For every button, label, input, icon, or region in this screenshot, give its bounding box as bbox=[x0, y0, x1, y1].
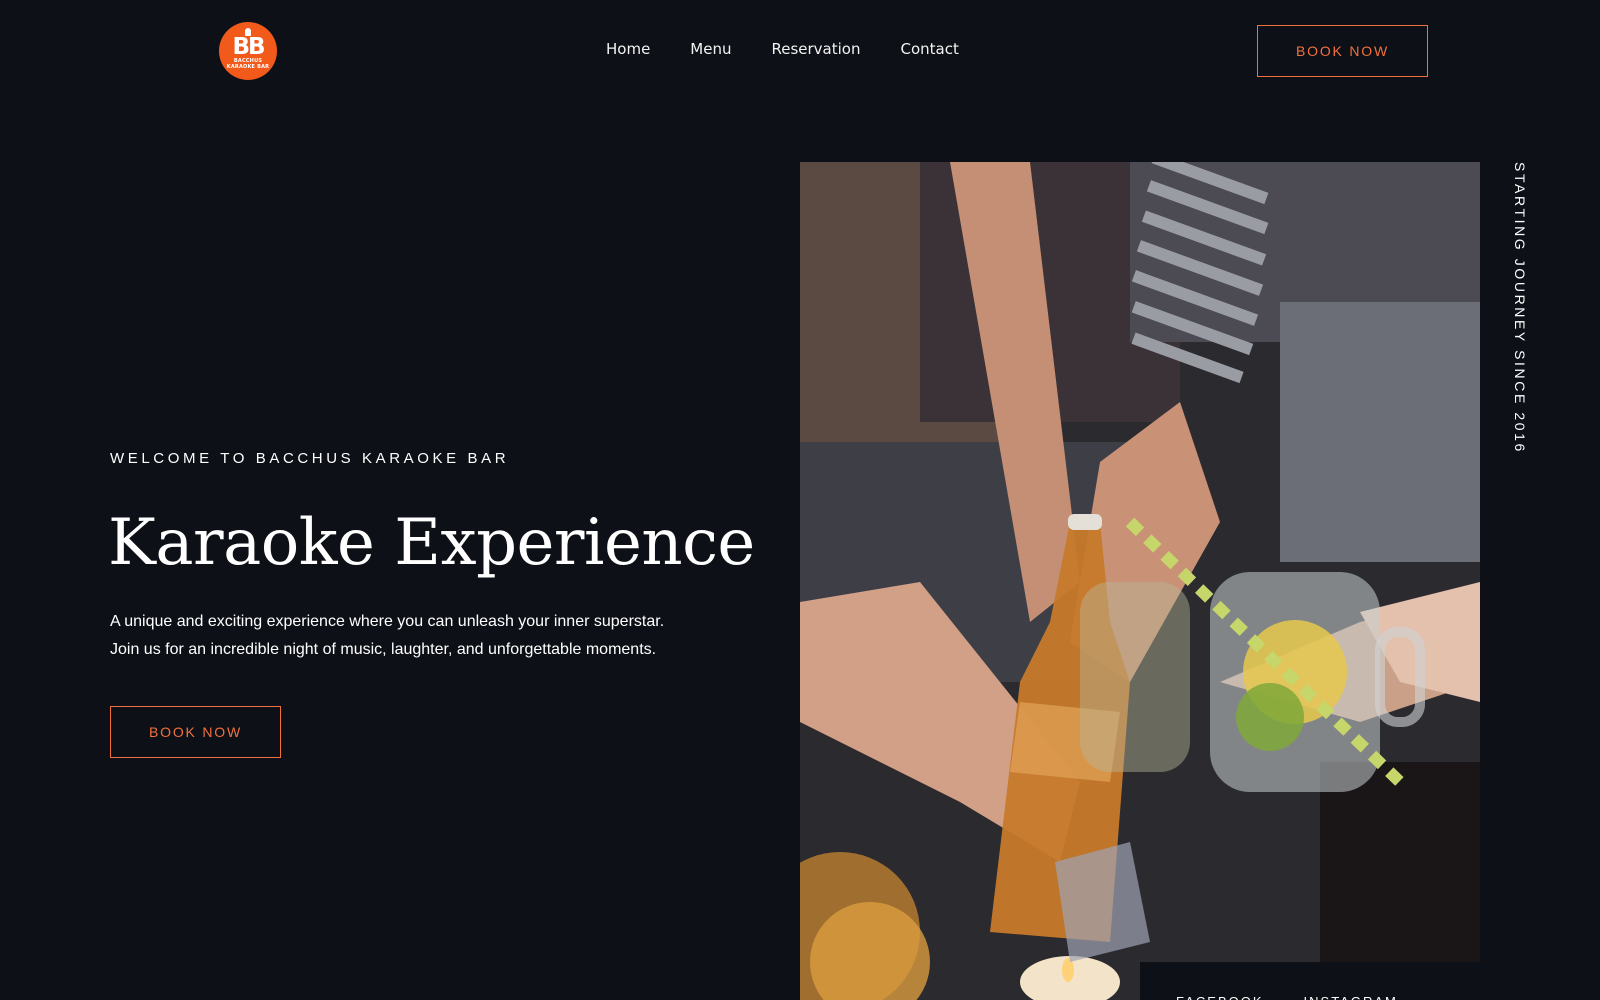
main-nav: Home Menu Reservation Contact bbox=[606, 40, 959, 58]
logo-tagline: KARAOKE BAR bbox=[226, 64, 270, 70]
since-2016-vertical-label: STARTING JOURNEY SINCE 2016 bbox=[1512, 162, 1528, 454]
header-book-now-button[interactable]: BOOK NOW bbox=[1257, 25, 1428, 77]
brand-logo[interactable]: BB BACCHUS KARAOKE BAR bbox=[219, 22, 277, 80]
social-links: FACEBOOK INSTAGRAM bbox=[1140, 962, 1480, 1000]
hero-description-line-1: A unique and exciting experience where y… bbox=[110, 613, 665, 630]
hero-description-line-2: Join us for an incredible night of music… bbox=[110, 641, 657, 658]
social-link-instagram[interactable]: INSTAGRAM bbox=[1304, 994, 1398, 1000]
landing-page: BB BACCHUS KARAOKE BAR Home Menu Reserva… bbox=[0, 0, 1600, 1000]
nav-item-home[interactable]: Home bbox=[606, 40, 650, 58]
hero-photo bbox=[800, 162, 1480, 1000]
microphone-icon bbox=[245, 28, 251, 36]
hero-description: A unique and exciting experience where y… bbox=[110, 608, 750, 664]
nav-item-reservation[interactable]: Reservation bbox=[771, 40, 860, 58]
nav-item-menu[interactable]: Menu bbox=[690, 40, 731, 58]
hero-book-now-button[interactable]: BOOK NOW bbox=[110, 706, 281, 758]
nav-item-contact[interactable]: Contact bbox=[900, 40, 958, 58]
logo-monogram: BB bbox=[232, 34, 265, 60]
social-link-facebook[interactable]: FACEBOOK bbox=[1176, 994, 1264, 1000]
hero-eyebrow: WELCOME TO BACCHUS KARAOKE BAR bbox=[110, 450, 510, 467]
hero-photo-illustration bbox=[800, 162, 1480, 1000]
hero-title: Karaoke Experience bbox=[108, 506, 755, 580]
